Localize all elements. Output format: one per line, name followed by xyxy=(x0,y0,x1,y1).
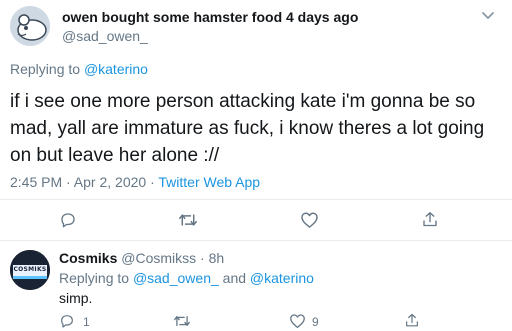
retweet-icon[interactable] xyxy=(178,211,198,229)
chevron-down-icon[interactable] xyxy=(481,11,495,21)
avatar-image xyxy=(10,6,50,46)
divider xyxy=(0,240,512,241)
mention-link[interactable]: @sad_owen_ xyxy=(133,270,219,286)
replying-to-line: Replying to @sad_owen_ and @katerino xyxy=(59,270,314,286)
source-link[interactable]: Twitter Web App xyxy=(158,174,260,190)
reply-icon[interactable] xyxy=(59,313,75,329)
reply-age[interactable]: 8h xyxy=(209,250,225,266)
mention-link[interactable]: @katerino xyxy=(250,270,314,286)
avatar[interactable]: COSMIKS xyxy=(10,250,50,290)
avatar[interactable] xyxy=(10,6,50,46)
reply-header: Cosmiks @Cosmikss · 8h xyxy=(59,250,224,266)
reply-display-name[interactable]: Cosmiks xyxy=(59,250,117,266)
replying-to-line: Replying to @katerino xyxy=(10,61,148,77)
retweet-icon[interactable] xyxy=(173,313,191,329)
author-handle[interactable]: @sad_owen_ xyxy=(62,28,148,44)
tweet-timestamp: 2:45 PM · Apr 2, 2020 · Twitter Web App xyxy=(10,174,260,190)
like-icon[interactable] xyxy=(300,211,319,229)
author-display-name[interactable]: owen bought some hamster food 4 days ago xyxy=(62,9,358,25)
divider xyxy=(0,199,512,200)
replying-and: and xyxy=(218,270,250,286)
replying-to-label: Replying to xyxy=(10,61,84,77)
avatar-logo-text: COSMIKS xyxy=(13,266,47,273)
like-count: 9 xyxy=(312,315,319,329)
reply-icon[interactable] xyxy=(59,211,77,229)
timestamp-text[interactable]: 2:45 PM · Apr 2, 2020 · xyxy=(10,174,158,190)
mention-link[interactable]: @katerino xyxy=(84,61,148,77)
reply-text: simp. xyxy=(59,290,93,306)
share-icon[interactable] xyxy=(421,210,439,229)
reply-count: 1 xyxy=(83,315,90,329)
replying-to-label: Replying to xyxy=(59,270,133,286)
like-icon[interactable] xyxy=(289,313,306,329)
reply-handle[interactable]: @Cosmikss xyxy=(121,250,196,266)
share-icon[interactable] xyxy=(404,312,420,329)
separator: · xyxy=(196,250,209,266)
tweet-text: if i see one more person attacking kate … xyxy=(10,91,485,166)
